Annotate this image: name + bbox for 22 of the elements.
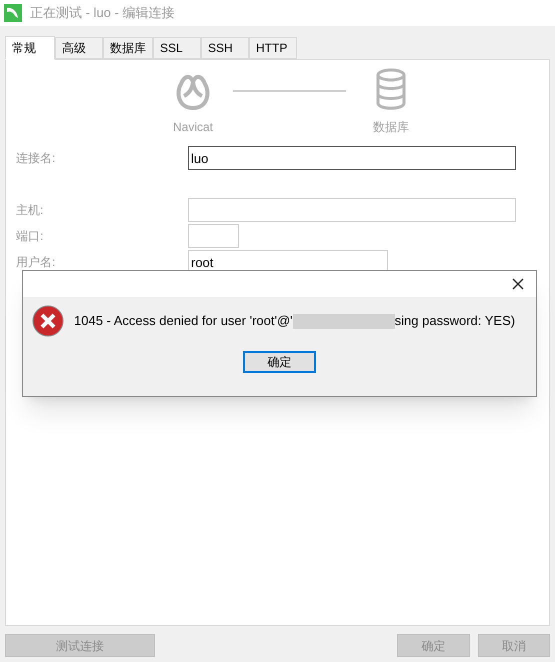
error-message: 1045 - Access denied for user 'root'@' sing password: YES)	[74, 312, 516, 330]
tab[interactable]: HTTP	[249, 37, 297, 59]
field-label: 用户名:	[16, 254, 56, 271]
dolphin-icon	[4, 4, 22, 22]
input-field[interactable]: luo	[188, 146, 516, 170]
database-icon	[375, 68, 407, 110]
field-label: 主机:	[16, 202, 44, 219]
field-label: 端口:	[16, 228, 44, 245]
input-field[interactable]	[188, 198, 516, 222]
input-field[interactable]	[188, 224, 239, 248]
tab[interactable]: SSH	[201, 37, 249, 59]
tab[interactable]: 数据库	[103, 37, 153, 59]
target-label: 数据库	[373, 119, 409, 136]
source-label: Navicat	[172, 119, 213, 136]
window-title: 正在测试 - luo - 编辑连接	[30, 4, 174, 22]
tab[interactable]: 常规	[5, 36, 55, 60]
tab[interactable]: SSL	[153, 37, 201, 59]
ok-button[interactable]: 确定	[243, 351, 316, 373]
error-icon	[32, 305, 64, 337]
tab[interactable]: 高级	[55, 37, 103, 59]
field-label: 连接名:	[16, 150, 56, 167]
close-icon[interactable]	[512, 278, 524, 290]
